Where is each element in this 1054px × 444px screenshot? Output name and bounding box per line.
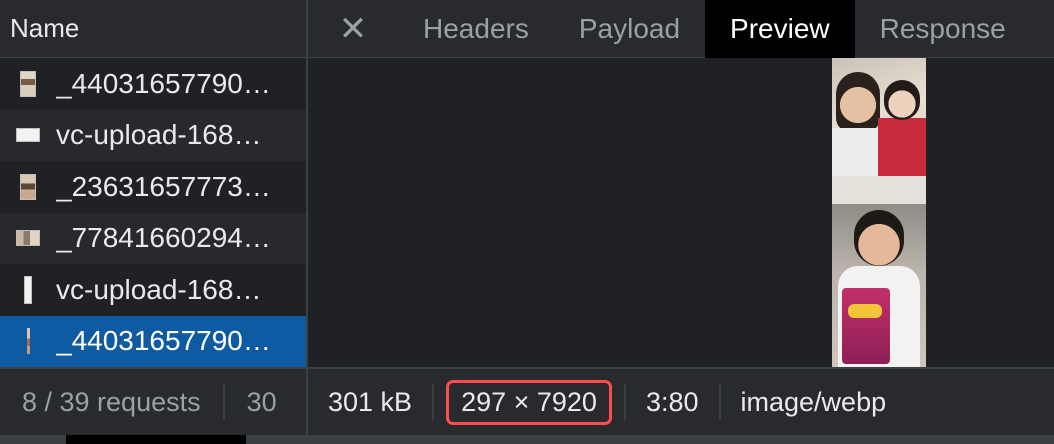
image-thumbnail-icon bbox=[16, 327, 40, 355]
request-name: vc-upload-168… bbox=[56, 119, 262, 151]
request-row-selected[interactable]: _44031657790… bbox=[0, 315, 306, 367]
image-thumbnail-icon bbox=[16, 70, 40, 98]
bottom-scrollbar[interactable] bbox=[0, 435, 1054, 444]
request-name: _23631657773… bbox=[56, 170, 271, 202]
tab-preview[interactable]: Preview bbox=[705, 0, 855, 58]
image-thumbnail-icon bbox=[16, 173, 40, 201]
preview-image bbox=[832, 58, 926, 367]
image-frame-2 bbox=[832, 204, 926, 367]
request-row[interactable]: vc-upload-168… bbox=[0, 264, 306, 316]
image-frame-1 bbox=[832, 58, 926, 204]
image-thumbnail-icon bbox=[16, 121, 40, 149]
status-bar: 8 / 39 requests 30 301 kB 297 × 7920 3:8… bbox=[0, 367, 1054, 435]
request-row[interactable]: _77841660294… bbox=[0, 212, 306, 264]
image-dimensions: 297 × 7920 bbox=[446, 379, 612, 425]
transferred-size: 30 bbox=[246, 386, 277, 417]
request-row[interactable]: _23631657773… bbox=[0, 161, 306, 213]
divider bbox=[432, 384, 435, 420]
scrollbar-thumb[interactable] bbox=[66, 435, 246, 444]
preview-area bbox=[308, 58, 1054, 367]
name-column-header[interactable]: Name bbox=[0, 0, 306, 58]
tab-response[interactable]: Response bbox=[855, 0, 1031, 58]
request-row[interactable]: vc-upload-168… bbox=[0, 109, 306, 161]
tab-headers[interactable]: Headers bbox=[398, 0, 554, 58]
request-name: vc-upload-168… bbox=[56, 273, 262, 305]
image-size: 301 kB bbox=[328, 386, 413, 417]
close-icon[interactable]: ✕ bbox=[308, 0, 398, 58]
request-name: _44031657790… bbox=[56, 325, 271, 357]
request-name: _77841660294… bbox=[56, 222, 271, 254]
request-list-panel: Name _44031657790… vc-upload-168… _23631… bbox=[0, 0, 308, 367]
detail-tabbar: ✕ Headers Payload Preview Response bbox=[308, 0, 1054, 58]
request-count: 8 / 39 requests bbox=[22, 386, 201, 417]
tab-payload[interactable]: Payload bbox=[554, 0, 705, 58]
name-column-label: Name bbox=[10, 13, 80, 43]
mime-type: image/webp bbox=[740, 386, 887, 417]
image-thumbnail-icon bbox=[16, 275, 40, 304]
status-summary: 8 / 39 requests 30 bbox=[0, 369, 308, 435]
preview-info: 301 kB 297 × 7920 3:80 image/webp bbox=[308, 369, 906, 435]
image-aspect-ratio: 3:80 bbox=[645, 386, 699, 417]
request-row[interactable]: _44031657790… bbox=[0, 58, 306, 110]
request-detail-panel: ✕ Headers Payload Preview Response bbox=[308, 0, 1054, 367]
request-name: _44031657790… bbox=[56, 67, 271, 99]
image-thumbnail-icon bbox=[16, 224, 40, 252]
